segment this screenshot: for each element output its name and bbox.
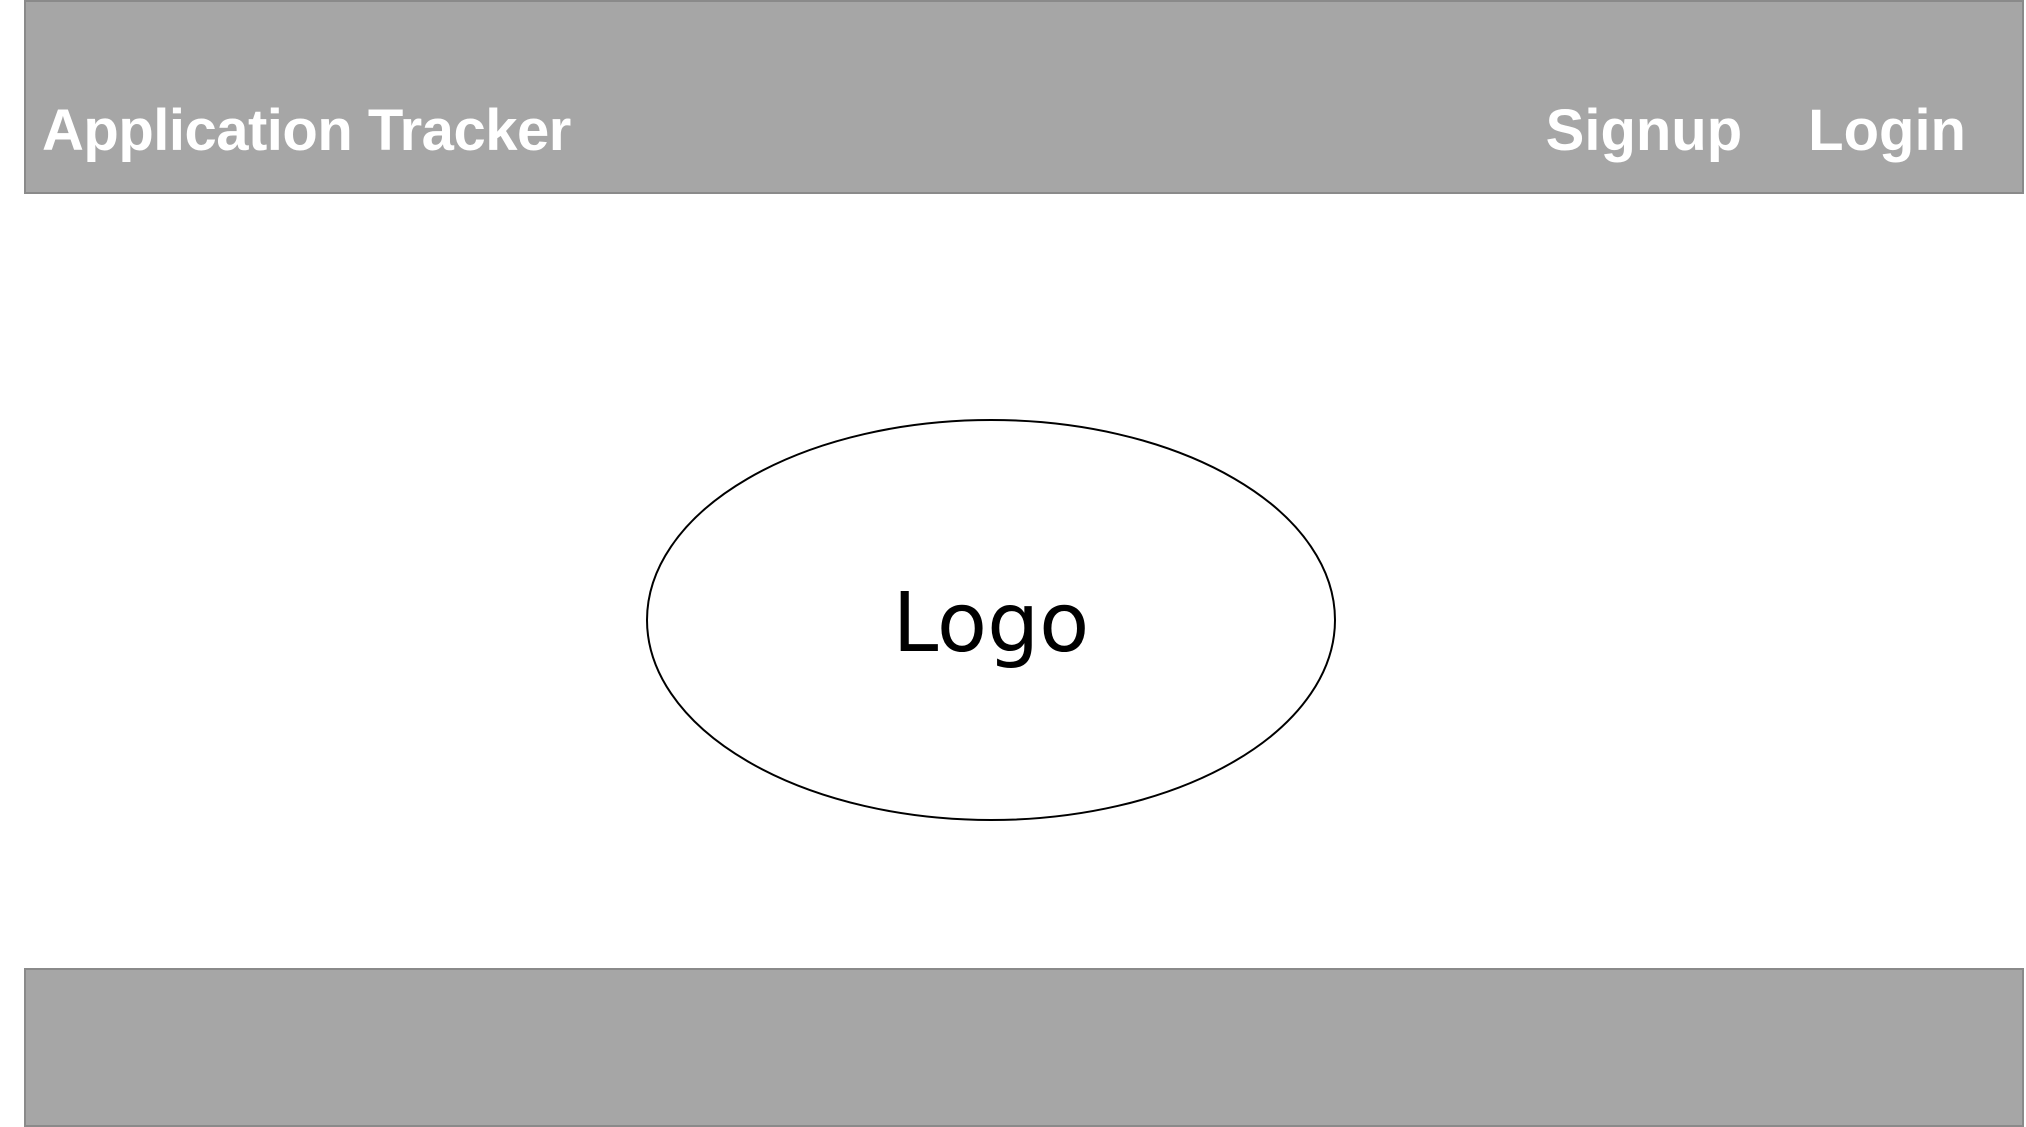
signup-link[interactable]: Signup <box>1546 96 1743 166</box>
landing-page: Application Tracker Signup Login Logo <box>0 0 2026 1127</box>
footer-bar <box>24 968 2024 1127</box>
app-title: Application Tracker <box>42 98 571 163</box>
logo-placeholder: Logo <box>645 418 1337 822</box>
header-nav: Signup Login <box>1546 96 1966 166</box>
top-header-bar: Application Tracker Signup Login <box>24 0 2024 194</box>
login-link[interactable]: Login <box>1808 96 1966 166</box>
logo-label: Logo <box>892 575 1090 671</box>
